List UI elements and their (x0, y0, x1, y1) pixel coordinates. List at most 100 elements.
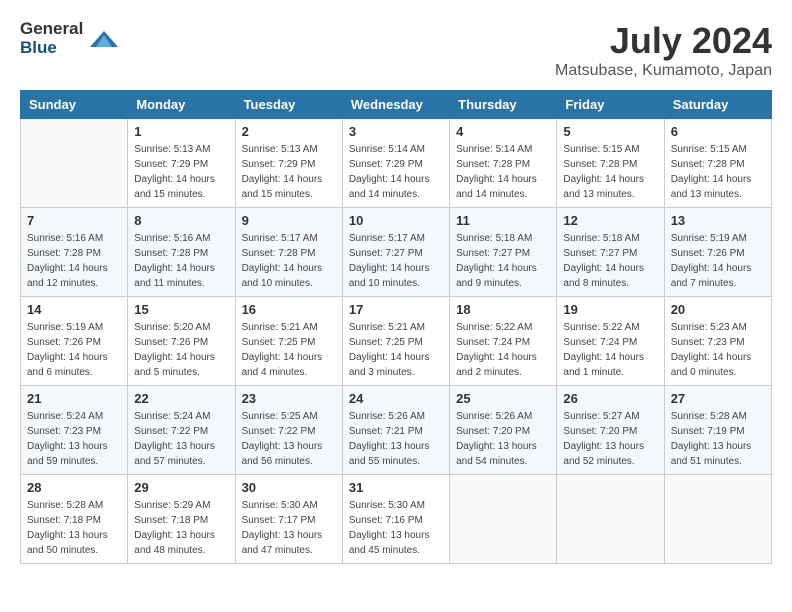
day-info: Sunrise: 5:20 AMSunset: 7:26 PMDaylight:… (134, 320, 228, 380)
day-info: Sunrise: 5:30 AMSunset: 7:17 PMDaylight:… (242, 498, 336, 558)
day-number: 28 (27, 480, 121, 495)
day-info: Sunrise: 5:19 AMSunset: 7:26 PMDaylight:… (671, 231, 765, 291)
title-section: July 2024 Matsubase, Kumamoto, Japan (555, 20, 772, 80)
day-number: 14 (27, 302, 121, 317)
day-number: 11 (456, 213, 550, 228)
calendar-cell: 21 Sunrise: 5:24 AMSunset: 7:23 PMDayligh… (21, 386, 128, 475)
calendar-cell: 3Sunrise: 5:14 AMSunset: 7:29 PMDaylight… (342, 119, 449, 208)
day-number: 30 (242, 480, 336, 495)
day-number: 15 (134, 302, 228, 317)
weekday-header-row: SundayMondayTuesdayWednesdayThursdayFrid… (21, 91, 772, 119)
calendar-cell: 17 Sunrise: 5:21 AMSunset: 7:25 PMDayligh… (342, 297, 449, 386)
calendar-cell: 11 Sunrise: 5:18 AMSunset: 7:27 PMDayligh… (450, 208, 557, 297)
day-info: Sunrise: 5:27 AMSunset: 7:20 PMDaylight:… (563, 409, 657, 469)
day-info: Sunrise: 5:13 AMSunset: 7:29 PMDaylight:… (134, 142, 228, 202)
calendar-cell: 2 Sunrise: 5:13 AMSunset: 7:29 PMDaylight… (235, 119, 342, 208)
weekday-header-tuesday: Tuesday (235, 91, 342, 119)
day-info: Sunrise: 5:16 AMSunset: 7:28 PMDaylight:… (27, 231, 121, 291)
day-info: Sunrise: 5:15 AMSunset: 7:28 PMDaylight:… (671, 142, 765, 202)
calendar-cell: 29 Sunrise: 5:29 AMSunset: 7:18 PMDayligh… (128, 475, 235, 564)
day-info: Sunrise: 5:22 AMSunset: 7:24 PMDaylight:… (456, 320, 550, 380)
weekday-header-friday: Friday (557, 91, 664, 119)
calendar-table: SundayMondayTuesdayWednesdayThursdayFrid… (20, 90, 772, 564)
weekday-header-saturday: Saturday (664, 91, 771, 119)
weekday-header-wednesday: Wednesday (342, 91, 449, 119)
calendar-cell: 13 Sunrise: 5:19 AMSunset: 7:26 PMDayligh… (664, 208, 771, 297)
day-info: Sunrise: 5:21 AMSunset: 7:25 PMDaylight:… (242, 320, 336, 380)
calendar-cell: 1Sunrise: 5:13 AMSunset: 7:29 PMDaylight… (128, 119, 235, 208)
day-number: 2 (242, 124, 336, 139)
day-info: Sunrise: 5:17 AMSunset: 7:27 PMDaylight:… (349, 231, 443, 291)
calendar-week-row: 1Sunrise: 5:13 AMSunset: 7:29 PMDaylight… (21, 119, 772, 208)
calendar-cell: 20 Sunrise: 5:23 AMSunset: 7:23 PMDayligh… (664, 297, 771, 386)
day-info: Sunrise: 5:28 AMSunset: 7:19 PMDaylight:… (671, 409, 765, 469)
calendar-cell: 31Sunrise: 5:30 AMSunset: 7:16 PMDayligh… (342, 475, 449, 564)
day-number: 25 (456, 391, 550, 406)
logo-icon (90, 27, 118, 51)
day-info: Sunrise: 5:13 AMSunset: 7:29 PMDaylight:… (242, 142, 336, 202)
day-number: 17 (349, 302, 443, 317)
calendar-cell: 12 Sunrise: 5:18 AMSunset: 7:27 PMDayligh… (557, 208, 664, 297)
calendar-cell: 24Sunrise: 5:26 AMSunset: 7:21 PMDayligh… (342, 386, 449, 475)
calendar-cell: 6Sunrise: 5:15 AMSunset: 7:28 PMDaylight… (664, 119, 771, 208)
calendar-cell: 18 Sunrise: 5:22 AMSunset: 7:24 PMDayligh… (450, 297, 557, 386)
day-number: 26 (563, 391, 657, 406)
month-year-title: July 2024 (555, 20, 772, 62)
day-number: 31 (349, 480, 443, 495)
calendar-week-row: 7 Sunrise: 5:16 AMSunset: 7:28 PMDaylight… (21, 208, 772, 297)
day-number: 19 (563, 302, 657, 317)
day-number: 3 (349, 124, 443, 139)
day-info: Sunrise: 5:21 AMSunset: 7:25 PMDaylight:… (349, 320, 443, 380)
day-number: 27 (671, 391, 765, 406)
weekday-header-monday: Monday (128, 91, 235, 119)
day-number: 10 (349, 213, 443, 228)
calendar-cell: 8 Sunrise: 5:16 AMSunset: 7:28 PMDaylight… (128, 208, 235, 297)
day-number: 9 (242, 213, 336, 228)
day-info: Sunrise: 5:15 AMSunset: 7:28 PMDaylight:… (563, 142, 657, 202)
calendar-cell (557, 475, 664, 564)
day-info: Sunrise: 5:16 AMSunset: 7:28 PMDaylight:… (134, 231, 228, 291)
day-number: 21 (27, 391, 121, 406)
day-number: 5 (563, 124, 657, 139)
day-number: 20 (671, 302, 765, 317)
logo-blue-text: Blue (20, 39, 83, 58)
calendar-cell: 19Sunrise: 5:22 AMSunset: 7:24 PMDayligh… (557, 297, 664, 386)
day-number: 8 (134, 213, 228, 228)
day-number: 22 (134, 391, 228, 406)
calendar-cell: 27 Sunrise: 5:28 AMSunset: 7:19 PMDayligh… (664, 386, 771, 475)
logo-general-text: General (20, 20, 83, 39)
day-number: 12 (563, 213, 657, 228)
day-info: Sunrise: 5:23 AMSunset: 7:23 PMDaylight:… (671, 320, 765, 380)
day-number: 4 (456, 124, 550, 139)
calendar-cell: 30 Sunrise: 5:30 AMSunset: 7:17 PMDayligh… (235, 475, 342, 564)
day-number: 18 (456, 302, 550, 317)
location-subtitle: Matsubase, Kumamoto, Japan (555, 62, 772, 80)
day-number: 13 (671, 213, 765, 228)
page-header: General Blue July 2024 Matsubase, Kumamo… (20, 20, 772, 80)
logo: General Blue (20, 20, 118, 57)
calendar-week-row: 21 Sunrise: 5:24 AMSunset: 7:23 PMDayligh… (21, 386, 772, 475)
weekday-header-thursday: Thursday (450, 91, 557, 119)
calendar-week-row: 14 Sunrise: 5:19 AMSunset: 7:26 PMDayligh… (21, 297, 772, 386)
day-info: Sunrise: 5:26 AMSunset: 7:20 PMDaylight:… (456, 409, 550, 469)
calendar-cell: 22Sunrise: 5:24 AMSunset: 7:22 PMDayligh… (128, 386, 235, 475)
calendar-cell: 16 Sunrise: 5:21 AMSunset: 7:25 PMDayligh… (235, 297, 342, 386)
weekday-header-sunday: Sunday (21, 91, 128, 119)
calendar-cell (450, 475, 557, 564)
day-info: Sunrise: 5:17 AMSunset: 7:28 PMDaylight:… (242, 231, 336, 291)
day-info: Sunrise: 5:19 AMSunset: 7:26 PMDaylight:… (27, 320, 121, 380)
calendar-cell: 7 Sunrise: 5:16 AMSunset: 7:28 PMDaylight… (21, 208, 128, 297)
day-number: 29 (134, 480, 228, 495)
day-number: 7 (27, 213, 121, 228)
day-info: Sunrise: 5:29 AMSunset: 7:18 PMDaylight:… (134, 498, 228, 558)
calendar-cell (21, 119, 128, 208)
day-info: Sunrise: 5:18 AMSunset: 7:27 PMDaylight:… (456, 231, 550, 291)
day-number: 16 (242, 302, 336, 317)
calendar-cell: 5 Sunrise: 5:15 AMSunset: 7:28 PMDaylight… (557, 119, 664, 208)
calendar-week-row: 28Sunrise: 5:28 AMSunset: 7:18 PMDayligh… (21, 475, 772, 564)
calendar-cell (664, 475, 771, 564)
day-info: Sunrise: 5:18 AMSunset: 7:27 PMDaylight:… (563, 231, 657, 291)
day-info: Sunrise: 5:26 AMSunset: 7:21 PMDaylight:… (349, 409, 443, 469)
calendar-cell: 10 Sunrise: 5:17 AMSunset: 7:27 PMDayligh… (342, 208, 449, 297)
day-info: Sunrise: 5:24 AMSunset: 7:23 PMDaylight:… (27, 409, 121, 469)
